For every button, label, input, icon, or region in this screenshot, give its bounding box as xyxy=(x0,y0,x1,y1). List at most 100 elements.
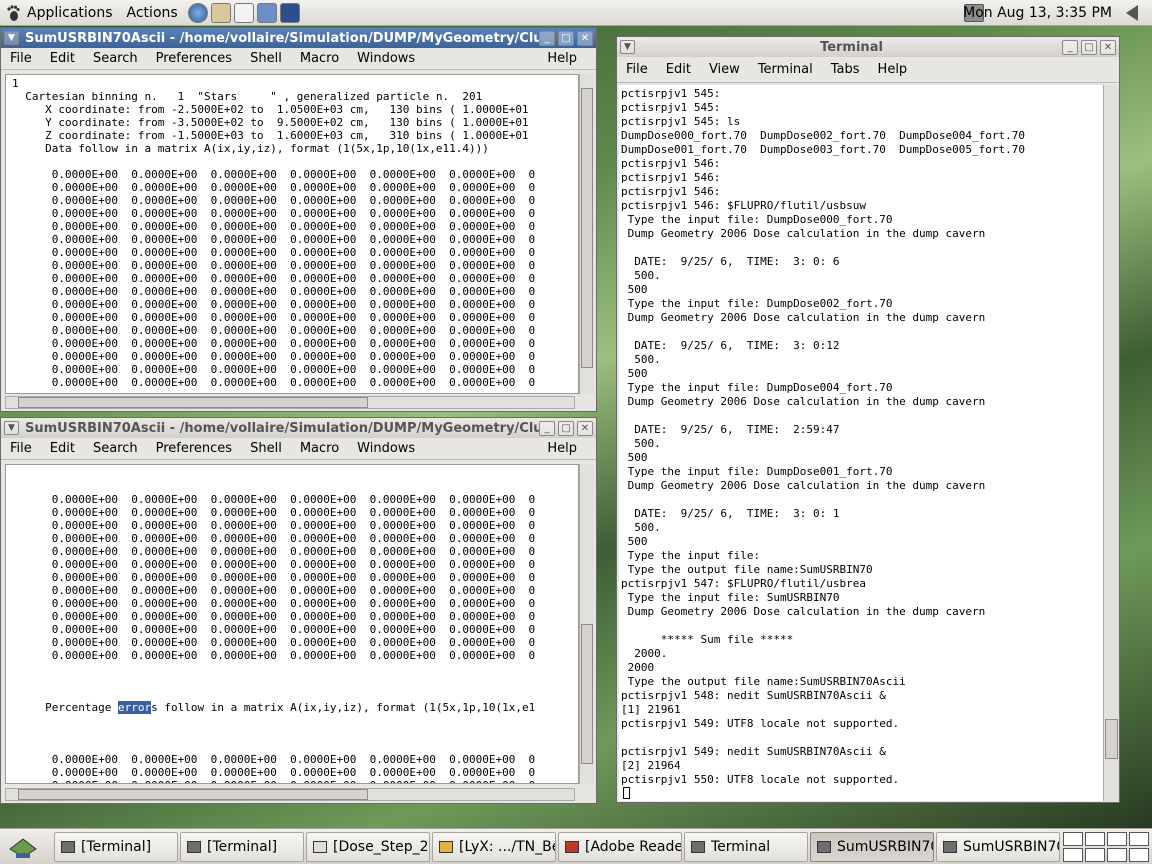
editor-top-vscrollbar[interactable] xyxy=(579,74,594,394)
terminal-text: pctisrpjv1 545: pctisrpjv1 545: pctisrpjv1… xyxy=(619,85,1103,787)
task-sumusrbin-1[interactable]: SumUSRBIN70A xyxy=(810,832,934,862)
window-menu-icon[interactable]: ▼ xyxy=(620,40,635,54)
email-launcher-icon[interactable] xyxy=(210,2,231,23)
text-line: 0.0000E+00 0.0000E+00 0.0000E+00 0.0000E… xyxy=(12,324,536,337)
menu-file[interactable]: File xyxy=(1,441,41,456)
menu-edit[interactable]: Edit xyxy=(41,51,84,66)
text-line: 500 xyxy=(621,451,648,464)
maximize-icon[interactable]: □ xyxy=(558,420,574,436)
close-icon[interactable]: ✕ xyxy=(577,420,593,436)
editor-bottom-titlebar[interactable]: ▼ SumUSRBIN70Ascii - /home/vollaire/Simu… xyxy=(1,418,596,438)
text-line: Cartesian binning n. 1 "Stars " , genera… xyxy=(12,90,483,103)
text-line xyxy=(621,325,1103,339)
workspace-6[interactable] xyxy=(1085,848,1105,862)
close-icon[interactable]: ✕ xyxy=(577,30,593,46)
editor-top-titlebar[interactable]: ▼ SumUSRBIN70Ascii - /home/vollaire/Simu… xyxy=(1,28,596,48)
text-editor-launcher-icon[interactable] xyxy=(233,2,254,23)
terminal-launcher-icon[interactable] xyxy=(279,2,300,23)
minimize-icon[interactable]: _ xyxy=(539,420,555,436)
scroll-thumb[interactable] xyxy=(581,88,593,368)
workspace-pager[interactable] xyxy=(1062,831,1150,863)
menu-shell[interactable]: Shell xyxy=(241,51,291,66)
editor-top-text-area[interactable]: 1 Cartesian binning n. 1 "Stars " , gene… xyxy=(5,74,579,394)
menu-view[interactable]: View xyxy=(700,62,749,77)
document-icon xyxy=(313,841,327,853)
task-sumusrbin-2[interactable]: SumUSRBIN70A xyxy=(936,832,1060,862)
editor-bottom-hscrollbar[interactable] xyxy=(5,788,575,801)
clock[interactable]: Mon Aug 13, 3:35 PM xyxy=(963,0,1112,26)
menu-help[interactable]: Help xyxy=(538,441,586,456)
menu-preferences[interactable]: Preferences xyxy=(147,51,241,66)
editor-bottom-vscrollbar[interactable] xyxy=(579,464,594,784)
terminal-titlebar[interactable]: ▼ Terminal _ □ ✕ xyxy=(617,37,1119,57)
workspace-3[interactable] xyxy=(1107,832,1127,846)
maximize-icon[interactable]: □ xyxy=(1081,39,1097,55)
workspace-2[interactable] xyxy=(1085,832,1105,846)
menu-windows[interactable]: Windows xyxy=(348,441,424,456)
text-line: 0.0000E+00 0.0000E+00 0.0000E+00 0.0000E… xyxy=(12,610,536,623)
scroll-thumb[interactable] xyxy=(581,624,593,764)
text-line: ***** Sum file ***** xyxy=(621,633,794,646)
text-line: 0.0000E+00 0.0000E+00 0.0000E+00 0.0000E… xyxy=(12,311,536,324)
actions-menu[interactable]: Actions xyxy=(120,0,185,26)
selected-text[interactable]: error xyxy=(117,701,152,714)
task-terminal-1[interactable]: [Terminal] xyxy=(54,832,178,862)
text-line: pctisrpjv1 546: xyxy=(621,157,721,170)
terminal-vscrollbar[interactable] xyxy=(1103,85,1119,801)
task-terminal-3[interactable]: Terminal xyxy=(684,832,808,862)
menu-file[interactable]: File xyxy=(1,51,41,66)
task-dose-step[interactable]: [Dose_Step_26_( xyxy=(306,832,430,862)
text-line: 0.0000E+00 0.0000E+00 0.0000E+00 0.0000E… xyxy=(12,584,536,597)
menu-macro[interactable]: Macro xyxy=(291,441,348,456)
menu-help[interactable]: Help xyxy=(538,51,586,66)
pct-prefix: Percentage xyxy=(12,701,118,714)
text-line: 500 xyxy=(621,283,648,296)
task-label: [LyX: .../TN_Bea xyxy=(459,839,555,855)
minimize-icon[interactable]: _ xyxy=(1062,39,1078,55)
scroll-thumb[interactable] xyxy=(18,789,368,800)
menu-edit[interactable]: Edit xyxy=(41,441,84,456)
editor-bottom-text-area[interactable]: 0.0000E+00 0.0000E+00 0.0000E+00 0.0000E… xyxy=(5,464,579,784)
workspace-5[interactable] xyxy=(1063,848,1083,862)
menu-windows[interactable]: Windows xyxy=(348,51,424,66)
menu-tabs[interactable]: Tabs xyxy=(822,62,869,77)
gnome-foot-icon[interactable] xyxy=(6,4,20,21)
task-label: SumUSRBIN70A xyxy=(837,839,933,855)
menu-search[interactable]: Search xyxy=(84,441,147,456)
minimize-icon[interactable]: _ xyxy=(539,30,555,46)
volume-icon[interactable] xyxy=(1126,5,1138,21)
window-menu-icon[interactable]: ▼ xyxy=(4,421,19,435)
text-line: 0.0000E+00 0.0000E+00 0.0000E+00 0.0000E… xyxy=(12,298,536,311)
menu-search[interactable]: Search xyxy=(84,51,147,66)
text-line: Dump Geometry 2006 Dose calculation in t… xyxy=(621,605,986,618)
task-adobe-reader[interactable]: [Adobe Reader] xyxy=(558,832,682,862)
menu-file[interactable]: File xyxy=(617,62,657,77)
workspace-4[interactable] xyxy=(1129,832,1149,846)
task-lyx[interactable]: [LyX: .../TN_Bea xyxy=(432,832,556,862)
menu-shell[interactable]: Shell xyxy=(241,441,291,456)
menu-macro[interactable]: Macro xyxy=(291,51,348,66)
workspace-8[interactable] xyxy=(1129,848,1149,862)
presentation-launcher-icon[interactable] xyxy=(256,2,277,23)
workspace-1[interactable] xyxy=(1063,832,1083,846)
window-menu-icon[interactable]: ▼ xyxy=(4,31,19,45)
text-line: pctisrpjv1 549: nedit SumUSRBIN70Ascii & xyxy=(621,745,886,758)
show-desktop-icon[interactable] xyxy=(6,833,40,861)
menu-edit[interactable]: Edit xyxy=(657,62,700,77)
text-line: 0.0000E+00 0.0000E+00 0.0000E+00 0.0000E… xyxy=(12,519,536,532)
window-title: Terminal xyxy=(820,39,883,55)
task-terminal-2[interactable]: [Terminal] xyxy=(180,832,304,862)
scroll-thumb[interactable] xyxy=(18,397,368,408)
maximize-icon[interactable]: □ xyxy=(558,30,574,46)
menu-help[interactable]: Help xyxy=(869,62,917,77)
applications-menu[interactable]: Applications xyxy=(20,0,120,26)
scroll-thumb[interactable] xyxy=(1105,719,1118,759)
menu-preferences[interactable]: Preferences xyxy=(147,441,241,456)
editor-top-hscrollbar[interactable] xyxy=(5,396,575,409)
terminal-output[interactable]: pctisrpjv1 545: pctisrpjv1 545: pctisrpjv1… xyxy=(619,85,1103,801)
menu-terminal[interactable]: Terminal xyxy=(749,62,822,77)
workspace-7[interactable] xyxy=(1107,848,1127,862)
text-line xyxy=(12,662,578,675)
close-icon[interactable]: ✕ xyxy=(1100,39,1116,55)
web-browser-launcher-icon[interactable] xyxy=(187,2,208,23)
